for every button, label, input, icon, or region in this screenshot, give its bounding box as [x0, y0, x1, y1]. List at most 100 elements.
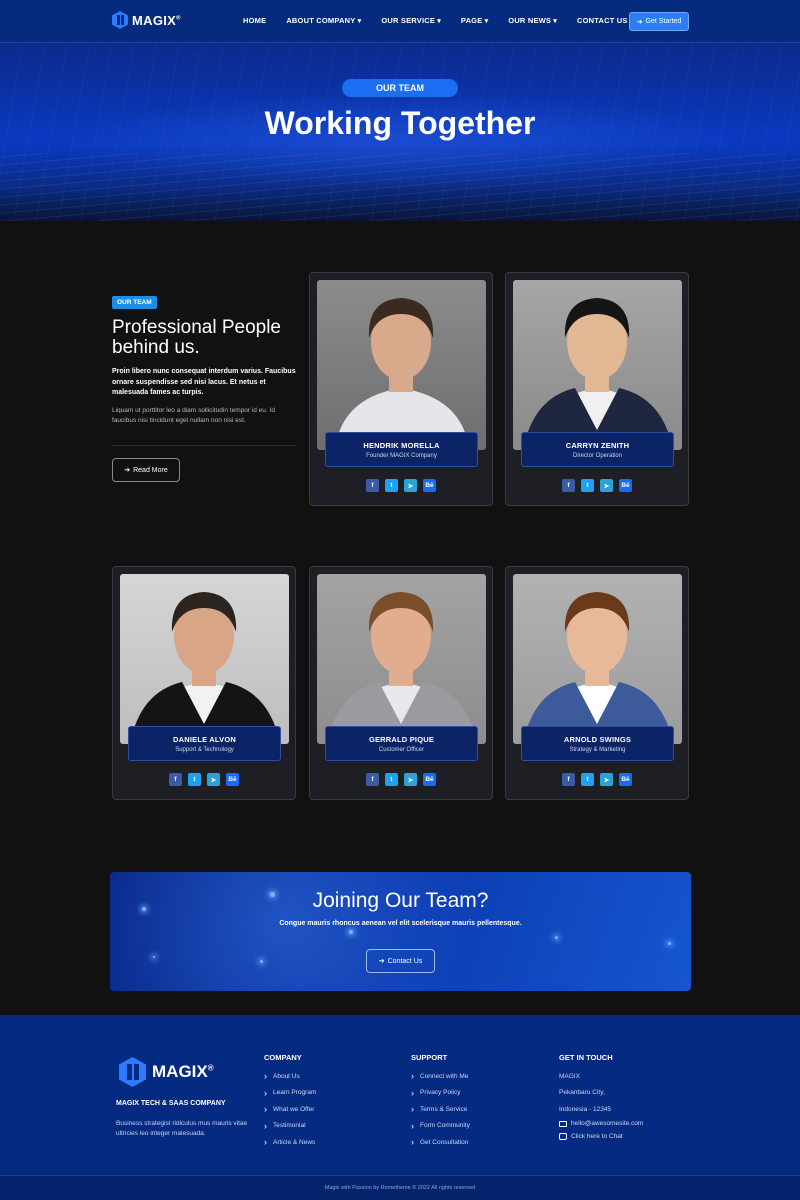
footer-link-connect[interactable]: Connect with Me	[411, 1068, 470, 1085]
social-links: f t ➤ Bē	[310, 479, 492, 492]
logo-hexagon-icon	[119, 1057, 146, 1087]
contact-us-button[interactable]: ➔ Contact Us	[366, 949, 435, 973]
footer-column-title: SUPPORT	[411, 1053, 448, 1062]
logo-hexagon-icon	[112, 11, 128, 29]
nav-contact-us[interactable]: CONTACT US	[577, 16, 628, 25]
contact-chat[interactable]: Click here to Chat	[559, 1130, 643, 1144]
team-nameplate: DANIELE ALVON Support & Technology	[128, 726, 281, 761]
logo-text: MAGIX	[132, 12, 177, 28]
join-team-banner: Joining Our Team? Congue mauris rhoncus …	[110, 872, 691, 991]
hero-banner: OUR TEAM Working Together	[0, 43, 800, 221]
facebook-icon[interactable]: f	[562, 773, 575, 786]
footer-link-learn-program[interactable]: Learn Program	[264, 1085, 316, 1102]
join-title: Joining Our Team?	[312, 889, 489, 912]
twitter-icon[interactable]: t	[581, 773, 594, 786]
footer-company-column: COMPANY About Us Learn Program What we O…	[264, 1053, 316, 1151]
arrow-right-icon: ➔	[378, 958, 385, 965]
footer-link-privacy[interactable]: Privacy Policy	[411, 1085, 470, 1102]
glow-dot	[349, 930, 353, 934]
footer-link-form-community[interactable]: Form Community	[411, 1118, 470, 1135]
team-card: ARNOLD SWINGS Strategy & Marketing f t ➤ Bē	[505, 566, 689, 800]
footer-logo[interactable]: MAGIX®	[119, 1057, 214, 1087]
social-links: f t ➤ Bē	[506, 479, 688, 492]
contact-email[interactable]: hello@awesomesite.com	[559, 1118, 643, 1130]
team-member-role: Director Operation	[572, 453, 623, 459]
section-tag: OUR TEAM	[112, 296, 157, 309]
team-nameplate: GERRALD PIQUE Customer Officer	[325, 726, 478, 761]
copyright: Magix with Passion by Rometheme © 2022 A…	[0, 1175, 800, 1200]
team-member-name: HENDRIK MORELLA	[363, 441, 440, 450]
nav-page[interactable]: PAGE	[461, 16, 488, 25]
team-member-role: Support & Technology	[175, 747, 234, 753]
join-subtitle: Congue mauris rhoncus aenean vel elit sc…	[279, 920, 522, 927]
contact-line: MAGIX	[559, 1072, 580, 1080]
facebook-icon[interactable]: f	[169, 773, 182, 786]
team-member-photo	[513, 574, 682, 744]
behance-icon[interactable]: Bē	[423, 773, 436, 786]
get-started-label: Get Started	[645, 18, 682, 25]
footer-column-title: COMPANY	[264, 1053, 302, 1062]
glow-dot	[153, 956, 155, 958]
team-nameplate: ARNOLD SWINGS Strategy & Marketing	[521, 726, 674, 761]
team-nameplate: HENDRIK MORELLA Founder MAGIX Company	[325, 432, 478, 467]
twitter-icon[interactable]: t	[581, 479, 594, 492]
team-member-name: ARNOLD SWINGS	[563, 735, 632, 744]
telegram-icon[interactable]: ➤	[404, 479, 417, 492]
footer-contact-column: GET IN TOUCH MAGIX Pekanbaru City, Indon…	[559, 1053, 643, 1144]
footer: MAGIX® MAGIX TECH & SAAS COMPANY Busines…	[0, 1015, 800, 1175]
team-card: CARRYN ZENITH Director Operation f t ➤ Bē	[505, 272, 689, 506]
nav-about-company[interactable]: ABOUT COMPANY	[286, 16, 361, 25]
team-member-role: Customer Officer	[378, 747, 425, 753]
facebook-icon[interactable]: f	[366, 479, 379, 492]
read-more-label: Read More	[133, 466, 168, 474]
footer-logo-text: MAGIX	[152, 1062, 208, 1081]
footer-link-terms[interactable]: Terms & Service	[411, 1101, 470, 1118]
contact-line: Indonesia - 12345	[559, 1105, 612, 1113]
arrow-right-icon: ➔	[124, 467, 131, 474]
brand-logo[interactable]: MAGIX®	[112, 11, 181, 29]
team-member-name: GERRALD PIQUE	[368, 735, 435, 744]
footer-column-title: GET IN TOUCH	[559, 1053, 613, 1062]
behance-icon[interactable]: Bē	[226, 773, 239, 786]
registered-mark: ®	[207, 1063, 214, 1073]
team-card: HENDRIK MORELLA Founder MAGIX Company ft…	[309, 272, 493, 506]
behance-icon[interactable]: Bē	[423, 479, 436, 492]
behance-icon[interactable]: Bē	[619, 773, 632, 786]
telegram-icon[interactable]: ➤	[600, 479, 613, 492]
top-navbar: MAGIX® HOME ABOUT COMPANY OUR SERVICE PA…	[0, 0, 800, 43]
footer-link-testimonial[interactable]: Testimonial	[264, 1118, 316, 1135]
behance-icon[interactable]: Bē	[619, 479, 632, 492]
glow-dot	[555, 936, 558, 939]
twitter-icon[interactable]: t	[385, 773, 398, 786]
read-more-button[interactable]: ➔ Read More	[112, 458, 180, 482]
telegram-icon[interactable]: ➤	[404, 773, 417, 786]
facebook-icon[interactable]: f	[562, 479, 575, 492]
hero-title: Working Together	[264, 105, 536, 141]
main-menu: HOME ABOUT COMPANY OUR SERVICE PAGE OUR …	[243, 16, 648, 25]
contact-line: Pekanbaru City,	[559, 1089, 605, 1097]
social-links: f t ➤ Bē	[113, 773, 295, 786]
section-body-text: Liquam ut porttitor leo a diam sollicitu…	[112, 407, 275, 424]
nav-our-service[interactable]: OUR SERVICE	[381, 16, 441, 25]
nav-our-news[interactable]: OUR NEWS	[508, 16, 557, 25]
get-started-button[interactable]: ➔ Get Started	[629, 12, 689, 31]
team-member-photo	[317, 574, 486, 744]
hero-pill: OUR TEAM	[342, 79, 458, 97]
footer-support-column: SUPPORT Connect with Me Privacy Policy T…	[411, 1053, 470, 1151]
telegram-icon[interactable]: ➤	[600, 773, 613, 786]
footer-link-about-us[interactable]: About Us	[264, 1068, 316, 1085]
team-card: GERRALD PIQUE Customer Officer f t ➤ Bē	[309, 566, 493, 800]
facebook-icon[interactable]: f	[366, 773, 379, 786]
nav-home[interactable]: HOME	[243, 16, 266, 25]
divider	[112, 445, 296, 446]
glow-dot	[260, 960, 263, 963]
footer-link-consultation[interactable]: Get Consultation	[411, 1134, 470, 1151]
footer-link-what-we-offer[interactable]: What we Offer	[264, 1101, 316, 1118]
twitter-icon[interactable]: t	[385, 479, 398, 492]
footer-link-article-news[interactable]: Article & News	[264, 1134, 316, 1151]
telegram-icon[interactable]: ➤	[207, 773, 220, 786]
footer-description: Business strategist ridiculus mus mauris…	[116, 1120, 248, 1137]
team-member-role: Founder MAGIX Company	[366, 453, 437, 459]
twitter-icon[interactable]: t	[188, 773, 201, 786]
arrow-right-icon: ➔	[636, 18, 643, 26]
